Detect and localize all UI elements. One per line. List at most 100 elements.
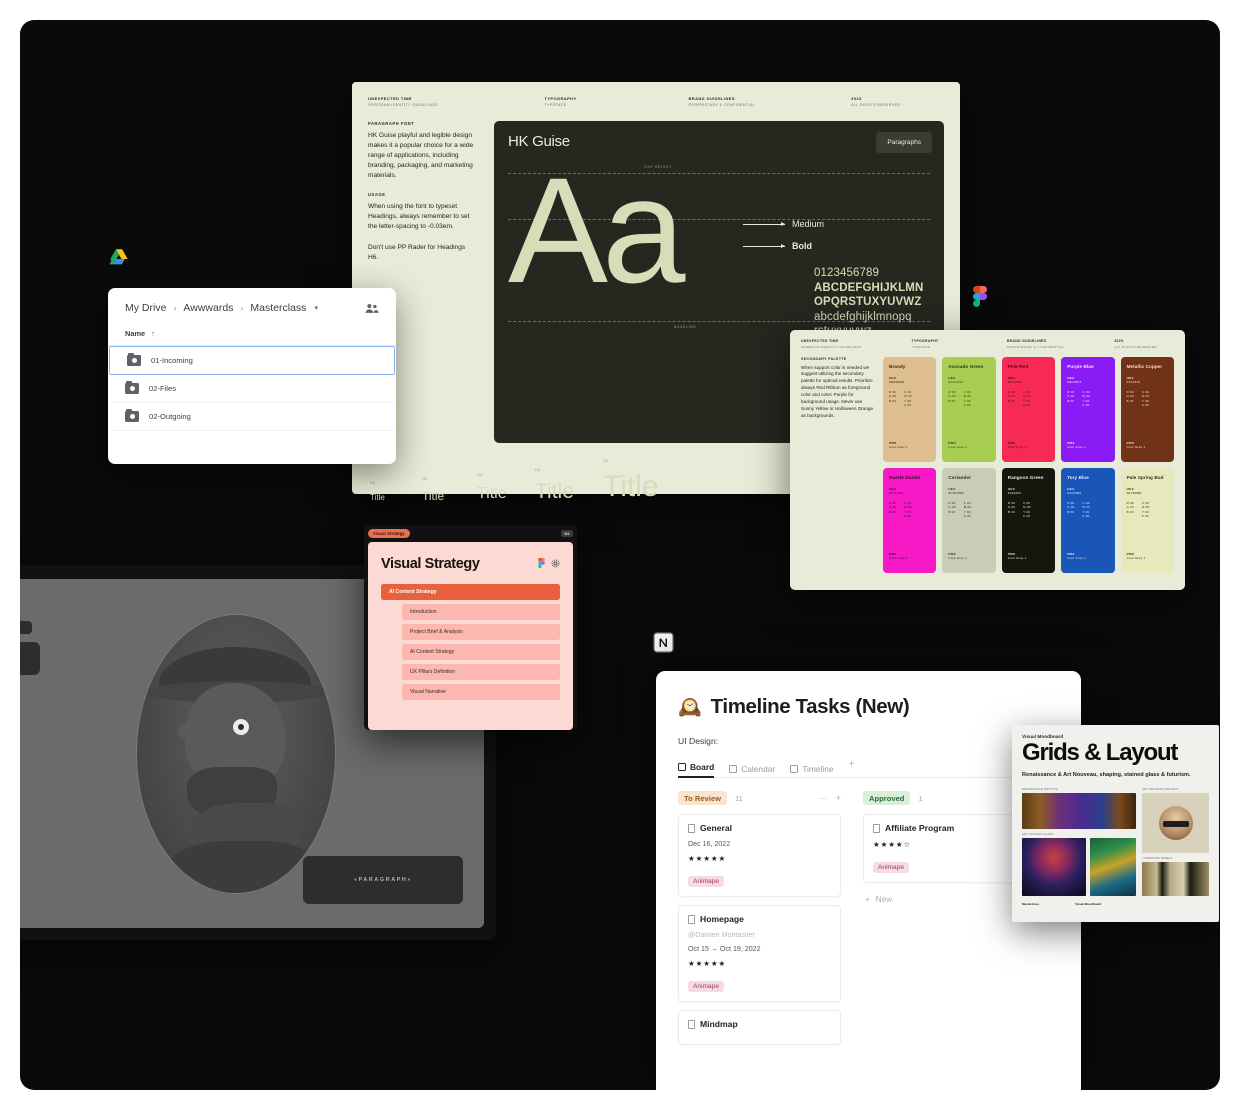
color-swatch[interactable]: Pink RedHEX#F72A56R 00G 00B 00C 00M 00Y …: [1002, 357, 1055, 462]
notion-icon[interactable]: [653, 632, 674, 653]
breadcrumb-item-masterclass[interactable]: Masterclass: [250, 302, 306, 314]
card-rating: ★★★★★: [688, 959, 831, 968]
header-sublabel: SPEEDIUM IDENTITY GUIDELINES: [368, 103, 545, 107]
arrow-icon: [743, 246, 785, 247]
card-assignee: @Damien Montastier: [688, 931, 831, 939]
baseline-label: BASELINE: [674, 325, 696, 329]
stained-glass-image[interactable]: [1022, 838, 1086, 896]
paragraph-placeholder-block[interactable]: «PARAGRAPH»: [303, 856, 463, 904]
color-swatch-grid: BrandyHEX#DEBE8ER 00G 00B 00C 00M 00Y 00…: [883, 357, 1174, 573]
swatch-name: Rangoon Green: [1008, 475, 1049, 480]
swatch-name: Pink Red: [1008, 364, 1049, 369]
file-list: 01-Incoming 02-Files 02-Outgoing: [108, 346, 396, 431]
heading-sample: Title: [603, 472, 693, 502]
sort-ascending-icon[interactable]: ↑: [151, 329, 155, 338]
stained-glass-figure-image[interactable]: [1090, 838, 1136, 896]
list-item[interactable]: UX Pillars Definition: [402, 664, 560, 680]
color-swatch[interactable]: Purple BlueHEX#8A1BF5R 00G 00B 00C 00M 0…: [1061, 357, 1114, 462]
heading-scale-item: H6 Title: [370, 481, 422, 502]
color-swatch[interactable]: CorianderHEX#C8CDB8R 00G 00B 00C 00M 00Y…: [942, 468, 995, 573]
kanban-card[interactable]: Affiliate Program★★★★☆Animape: [863, 814, 1026, 883]
breadcrumb-item-awwwards[interactable]: Awwwards: [183, 302, 233, 314]
moodboard-footer: Masterclass Visual Moodboard: [1022, 902, 1209, 906]
color-swatch[interactable]: Tory BlueHEX#1A55B8R 00G 00B 00C 00M 00Y…: [1061, 468, 1114, 573]
column-actions: ··· +: [819, 793, 841, 803]
header-sublabel: TYPEFACE: [545, 103, 689, 107]
tab-visual-strategy[interactable]: Visual Strategy: [368, 529, 410, 538]
canvas-play-button[interactable]: ❯: [20, 642, 40, 675]
add-card-icon[interactable]: +: [836, 793, 841, 803]
list-item[interactable]: AI Content Strategy: [381, 584, 560, 600]
add-new-card-button[interactable]: +New: [863, 891, 1026, 908]
kanban-column: To Review11···+GeneralDec 16, 2022★★★★★A…: [678, 791, 841, 1053]
canvas-chip-small[interactable]: [20, 621, 32, 634]
status-badge[interactable]: To Review: [678, 791, 727, 805]
gear-icon[interactable]: [551, 555, 560, 573]
secondary-palette-notes: SECONDARY PALETTE When support color is …: [801, 357, 875, 573]
window-tab-bar: Visual Strategy W1: [368, 529, 573, 538]
kanban-card[interactable]: GeneralDec 16, 2022★★★★★Animape: [678, 814, 841, 897]
status-badge[interactable]: Approved: [863, 791, 910, 805]
table-row[interactable]: 02-Files: [108, 375, 396, 403]
font-weights-list: Medium Bold: [743, 219, 824, 263]
heading-scale-item: H5 Title: [422, 477, 477, 502]
card-tag: Animape: [873, 862, 909, 873]
swatch-color-values: R 00G 00B 00C 00M 00Y 00K 00: [889, 390, 930, 409]
kanban-card[interactable]: Mindmap: [678, 1010, 841, 1045]
column-header-name[interactable]: Name: [125, 329, 145, 338]
tab-label: Calendar: [741, 764, 775, 774]
add-view-button[interactable]: +: [849, 759, 855, 770]
moodboard-subtitle: Renaissance & Art Nouveau, shaping, stai…: [1022, 772, 1209, 780]
tab-label: Timeline: [802, 764, 833, 774]
moodboard-panel: Visual Moodboard Grids & Layout Renaissa…: [1012, 725, 1219, 922]
breadcrumb: My Drive › Awwwards › Masterclass ▾: [108, 288, 396, 324]
more-options-icon[interactable]: ···: [819, 793, 828, 803]
swatch-name: Brandy: [889, 364, 930, 369]
file-name: 02-Files: [149, 384, 176, 393]
table-row[interactable]: 02-Outgoing: [108, 403, 396, 431]
plus-icon: +: [865, 895, 870, 904]
google-drive-icon[interactable]: [108, 247, 130, 269]
portrait-moodboard-image[interactable]: [1142, 793, 1209, 853]
paragraph-font-label: PARAGRAPH FONT: [368, 121, 476, 126]
page-title[interactable]: Timeline Tasks (New): [711, 695, 910, 719]
list-item[interactable]: Visual Narrative: [402, 684, 560, 700]
header-col: 2023 ALL RIGHTS RESERVED: [1114, 339, 1174, 349]
tab-timeline[interactable]: Timeline: [790, 764, 833, 778]
swatch-hex-value: #A9CC52: [948, 380, 989, 384]
kanban-card[interactable]: Homepage@Damien MontastierOct 15 → Oct 1…: [678, 905, 841, 1002]
charset-line: 0123456789: [814, 266, 930, 281]
color-swatch[interactable]: BrandyHEX#DEBE8ER 00G 00B 00C 00M 00Y 00…: [883, 357, 936, 462]
share-people-icon[interactable]: [365, 303, 379, 314]
chevron-down-icon[interactable]: ▾: [314, 304, 318, 312]
breadcrumb-item-my-drive[interactable]: My Drive: [125, 302, 166, 314]
triptych-image[interactable]: [1022, 793, 1136, 829]
paragraphs-button[interactable]: Paragraphs: [876, 132, 932, 153]
list-item[interactable]: Project Brief & Analysis: [402, 624, 560, 640]
heading-level: H6: [370, 481, 422, 485]
list-item[interactable]: Introduction: [402, 604, 560, 620]
card-count: 1: [918, 794, 922, 803]
image-caption: RENAISSANCE TRIPTYCH: [1022, 788, 1136, 791]
heading-sample: Title: [535, 481, 603, 502]
color-swatch[interactable]: Razzle DazzleHEX#F719C6R 00G 00B 00C 00M…: [883, 468, 936, 573]
usage-label: USAGE: [368, 192, 476, 197]
table-row[interactable]: 01-Incoming: [109, 346, 395, 375]
tab-calendar[interactable]: Calendar: [729, 764, 775, 778]
image-caption: ART NOUVEAU PORTRAIT: [1142, 788, 1209, 791]
heading-scale-item: H2 Title: [603, 459, 693, 502]
figma-icon[interactable]: [538, 555, 545, 573]
typeface-specimen-glyphs: Aa: [508, 155, 679, 305]
palette-label: SECONDARY PALETTE: [801, 357, 875, 361]
figma-icon[interactable]: [973, 286, 987, 307]
list-item[interactable]: AI Context Strategy: [402, 644, 560, 660]
color-swatch[interactable]: Rangoon GreenHEX#16160FR 00G 00B 00C 00M…: [1002, 468, 1055, 573]
folder-shared-icon: [125, 383, 139, 394]
color-swatch[interactable]: Avocado GreenHEX#A9CC52R 00G 00B 00C 00M…: [942, 357, 995, 462]
color-swatch[interactable]: Metallic CopperHEX#703318R 00G 00B 00C 0…: [1121, 357, 1174, 462]
landscape-panels-image[interactable]: [1142, 862, 1209, 896]
color-swatch[interactable]: Pale Spring BudHEX#E7E8BBR 00G 00B 00C 0…: [1121, 468, 1174, 573]
usage-body: When using the font to typeset Headings,…: [368, 202, 476, 232]
tab-board[interactable]: Board: [678, 762, 714, 778]
header-col: BRAND GUIDELINES PROPRIETARY & CONFIDENT…: [1007, 339, 1114, 349]
